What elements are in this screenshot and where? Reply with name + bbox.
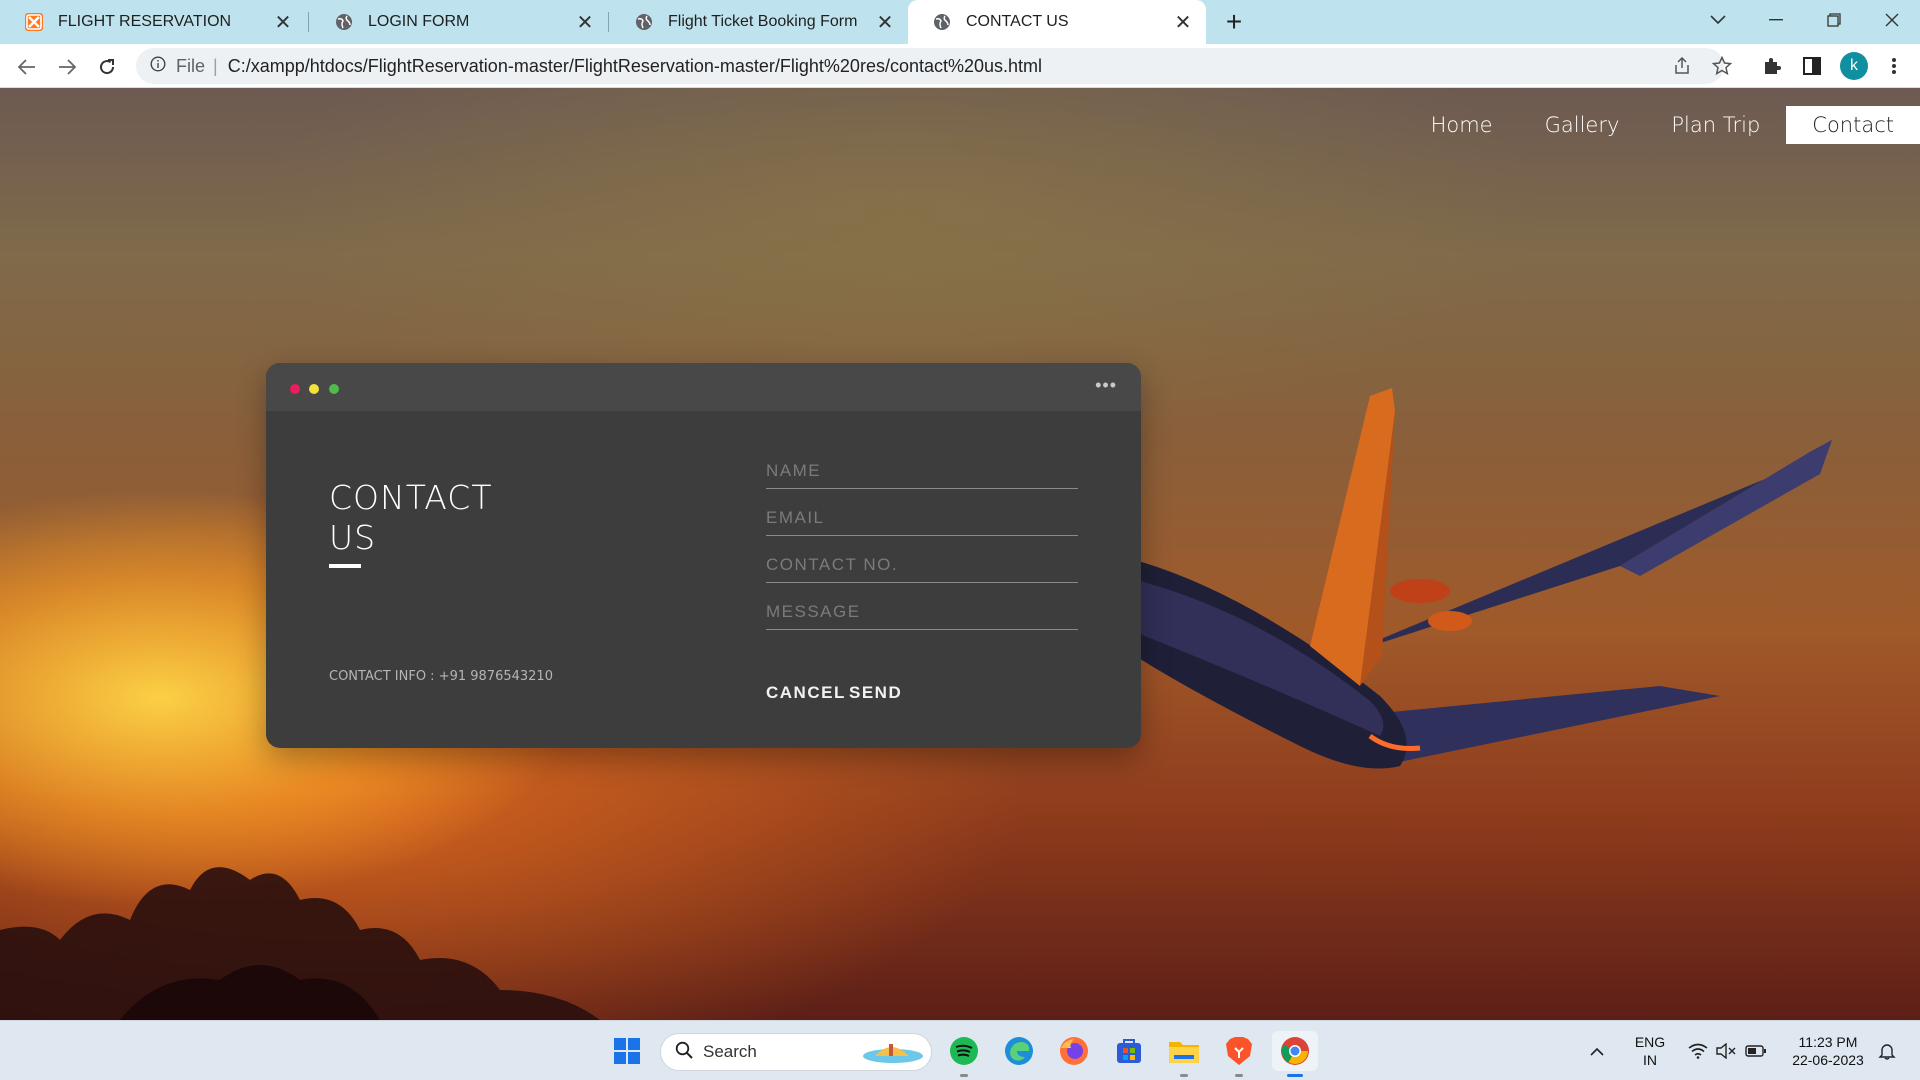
card-header-bar: •••	[266, 363, 1141, 411]
more-dots-icon[interactable]: •••	[1095, 375, 1117, 396]
tab-strip: FLIGHT RESERVATION ✕ LOGIN FORM ✕ Flight…	[0, 0, 1920, 44]
tab-contact-us[interactable]: CONTACT US ✕	[908, 0, 1206, 44]
tab-title: FLIGHT RESERVATION	[58, 13, 232, 30]
volume-muted-icon[interactable]	[1712, 1031, 1740, 1071]
tab-divider	[308, 12, 309, 32]
tab-flight-ticket-booking[interactable]: Flight Ticket Booking Form ✕	[610, 0, 908, 44]
running-indicator	[1235, 1074, 1243, 1077]
back-arrow-icon[interactable]	[12, 52, 42, 82]
windows-taskbar: Search ENG IN 11:23 PM 22-06-2023	[0, 1020, 1920, 1080]
battery-icon[interactable]	[1742, 1031, 1770, 1071]
green-dot	[329, 384, 339, 394]
taskbar-search[interactable]: Search	[660, 1033, 932, 1071]
close-tab-icon[interactable]: ✕	[1172, 11, 1194, 34]
search-icon	[675, 1041, 693, 1064]
microsoft-store-icon[interactable]	[1109, 1031, 1149, 1071]
forward-arrow-icon[interactable]	[52, 52, 82, 82]
profile-avatar[interactable]: k	[1840, 52, 1868, 80]
close-tab-icon[interactable]: ✕	[272, 11, 294, 34]
tab-divider	[608, 12, 609, 32]
reload-icon[interactable]	[92, 52, 122, 82]
clouds-silhouette	[0, 867, 600, 1020]
email-input[interactable]	[766, 500, 1078, 536]
contact-card: ••• CONTACT US CONTACT INFO : +91 987654…	[266, 363, 1141, 748]
globe-icon	[634, 12, 654, 32]
search-highlight-icon	[861, 1036, 925, 1069]
contact-number-input[interactable]	[766, 547, 1078, 583]
scheme-label: File	[176, 55, 206, 76]
brave-icon[interactable]	[1219, 1031, 1259, 1077]
tab-title: Flight Ticket Booking Form	[668, 13, 858, 30]
close-tab-icon[interactable]: ✕	[574, 11, 596, 34]
running-indicator	[1180, 1074, 1188, 1077]
tab-title: LOGIN FORM	[368, 13, 470, 30]
bookmark-star-icon[interactable]	[1710, 54, 1734, 78]
nav-contact[interactable]: Contact	[1786, 106, 1920, 144]
extensions-icon[interactable]	[1760, 54, 1784, 78]
contact-title-line1: CONTACT	[329, 478, 493, 517]
globe-icon	[334, 12, 354, 32]
message-input[interactable]	[766, 594, 1078, 630]
contact-title: CONTACT US	[329, 478, 493, 558]
tab-flight-reservation[interactable]: FLIGHT RESERVATION ✕	[0, 0, 306, 44]
language-indicator[interactable]: ENG IN	[1628, 1033, 1672, 1069]
contact-title-line2: US	[329, 518, 377, 557]
search-label: Search	[703, 1042, 757, 1061]
name-input[interactable]	[766, 453, 1078, 489]
clock-date: 22-06-2023	[1792, 1052, 1864, 1068]
tab-title: CONTACT US	[966, 13, 1069, 30]
nav-gallery[interactable]: Gallery	[1519, 106, 1646, 144]
airplane-image	[1120, 388, 1832, 769]
close-window-button[interactable]	[1864, 0, 1920, 40]
firefox-icon[interactable]	[1054, 1031, 1094, 1071]
wifi-icon[interactable]	[1684, 1031, 1712, 1071]
globe-icon	[932, 12, 952, 32]
close-tab-icon[interactable]: ✕	[874, 11, 896, 34]
spotify-icon[interactable]	[944, 1031, 984, 1077]
file-explorer-icon[interactable]	[1164, 1031, 1204, 1077]
clock[interactable]: 11:23 PM 22-06-2023	[1780, 1033, 1876, 1069]
region-code: IN	[1643, 1052, 1657, 1068]
title-underline	[329, 564, 361, 568]
contact-info-text: CONTACT INFO : +91 9876543210	[329, 669, 553, 684]
cancel-button[interactable]: CANCEL	[766, 683, 846, 703]
chrome-icon[interactable]	[1272, 1031, 1318, 1077]
info-icon[interactable]	[150, 55, 166, 77]
nav-home[interactable]: Home	[1405, 106, 1519, 144]
site-nav: Home Gallery Plan Trip Contact	[1405, 106, 1920, 144]
address-bar[interactable]: File | C:/xampp/htdocs/FlightReservation…	[136, 48, 1724, 84]
side-panel-icon[interactable]	[1800, 54, 1824, 78]
address-divider: |	[213, 55, 218, 76]
running-indicator	[960, 1074, 968, 1077]
language-code: ENG	[1634, 1034, 1666, 1050]
active-indicator	[1287, 1074, 1303, 1077]
browser-toolbar: File | C:/xampp/htdocs/FlightReservation…	[0, 44, 1920, 88]
share-icon[interactable]	[1670, 54, 1694, 78]
new-tab-button[interactable]: +	[1218, 6, 1250, 37]
tab-login-form[interactable]: LOGIN FORM ✕	[310, 0, 608, 44]
url-text[interactable]: C:/xampp/htdocs/FlightReservation-master…	[228, 56, 1042, 77]
tab-search-chevron-icon[interactable]	[1690, 0, 1746, 40]
yellow-dot	[309, 384, 319, 394]
xampp-icon	[24, 12, 44, 32]
restore-button[interactable]	[1806, 0, 1862, 40]
notifications-bell-icon[interactable]	[1872, 1031, 1902, 1071]
windows-start-icon[interactable]	[607, 1031, 647, 1071]
red-dot	[290, 384, 300, 394]
nav-plan-trip[interactable]: Plan Trip	[1645, 106, 1786, 144]
send-button[interactable]: SEND	[849, 683, 902, 703]
clock-time: 11:23 PM	[1798, 1034, 1858, 1050]
show-hidden-icons-chevron-icon[interactable]	[1582, 1031, 1612, 1071]
edge-icon[interactable]	[999, 1031, 1039, 1071]
minimize-button[interactable]	[1748, 0, 1804, 40]
page-viewport: Home Gallery Plan Trip Contact ••• CONTA…	[0, 88, 1920, 1020]
more-menu-icon[interactable]	[1882, 54, 1906, 78]
